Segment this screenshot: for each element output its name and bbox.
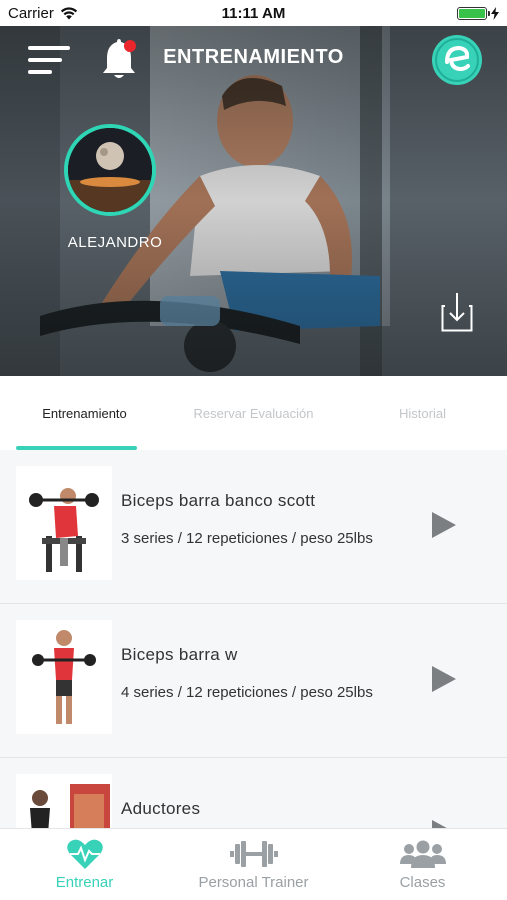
brand-logo-icon[interactable] bbox=[431, 34, 483, 86]
exercise-row[interactable]: Aductores bbox=[0, 758, 507, 828]
status-left: Carrier bbox=[8, 5, 78, 22]
exercise-detail: 3 series / 12 repeticiones / peso 25lbs bbox=[121, 530, 373, 547]
carrier-label: Carrier bbox=[8, 4, 54, 22]
exercise-image bbox=[16, 774, 112, 828]
bottom-nav: Entrenar Personal Trainer Clases bbox=[0, 828, 507, 900]
exercise-thumbnail bbox=[16, 466, 112, 580]
exercise-detail: 4 series / 12 repeticiones / peso 25lbs bbox=[121, 684, 373, 701]
exercise-row[interactable]: Biceps barra w 4 series / 12 repeticione… bbox=[0, 604, 507, 758]
nav-personal-trainer[interactable]: Personal Trainer bbox=[169, 829, 338, 900]
exercise-title: Aductores bbox=[121, 799, 201, 818]
wifi-icon bbox=[60, 6, 77, 19]
play-icon[interactable] bbox=[430, 664, 458, 694]
status-bar: Carrier 11:11 AM bbox=[0, 0, 507, 26]
nav-entrenar[interactable]: Entrenar bbox=[0, 829, 169, 900]
battery-fill bbox=[459, 8, 485, 18]
user-name: ALEJANDRO bbox=[67, 234, 163, 251]
exercise-image bbox=[16, 620, 112, 734]
exercise-image bbox=[16, 466, 112, 580]
tab-entrenamiento[interactable]: Entrenamiento bbox=[0, 376, 169, 450]
hero-header: ENTRENAMIENTO ALEJANDRO bbox=[0, 26, 507, 376]
tab-label: Entrenamiento bbox=[42, 405, 127, 421]
heart-pulse-icon bbox=[66, 838, 104, 870]
nav-label: Personal Trainer bbox=[198, 874, 309, 891]
download-icon[interactable] bbox=[441, 292, 473, 332]
exercise-row[interactable]: Biceps barra banco scott 3 series / 12 r… bbox=[0, 450, 507, 604]
group-icon bbox=[399, 838, 447, 870]
dumbbell-icon bbox=[229, 838, 278, 870]
tab-historial[interactable]: Historial bbox=[338, 376, 507, 450]
avatar[interactable] bbox=[64, 124, 156, 216]
exercise-title: Biceps barra banco scott bbox=[121, 491, 316, 510]
play-icon[interactable] bbox=[430, 510, 458, 540]
avatar-image bbox=[68, 128, 152, 212]
exercise-thumbnail bbox=[16, 774, 112, 828]
charging-icon bbox=[491, 6, 499, 20]
exercise-thumbnail bbox=[16, 620, 112, 734]
exercise-list: Biceps barra banco scott 3 series / 12 r… bbox=[0, 450, 507, 828]
tab-label: Historial bbox=[399, 405, 446, 421]
tab-bar: Entrenamiento Reservar Evaluación Histor… bbox=[0, 376, 507, 450]
tab-reservar-evaluacion[interactable]: Reservar Evaluación bbox=[169, 376, 338, 450]
nav-label: Clases bbox=[399, 874, 446, 891]
status-right bbox=[457, 6, 499, 20]
exercise-title: Biceps barra w bbox=[121, 645, 238, 664]
tab-label: Reservar Evaluación bbox=[193, 405, 314, 421]
nav-clases[interactable]: Clases bbox=[338, 829, 507, 900]
battery-icon bbox=[457, 6, 490, 20]
nav-label: Entrenar bbox=[55, 874, 114, 891]
play-icon[interactable] bbox=[430, 818, 458, 828]
